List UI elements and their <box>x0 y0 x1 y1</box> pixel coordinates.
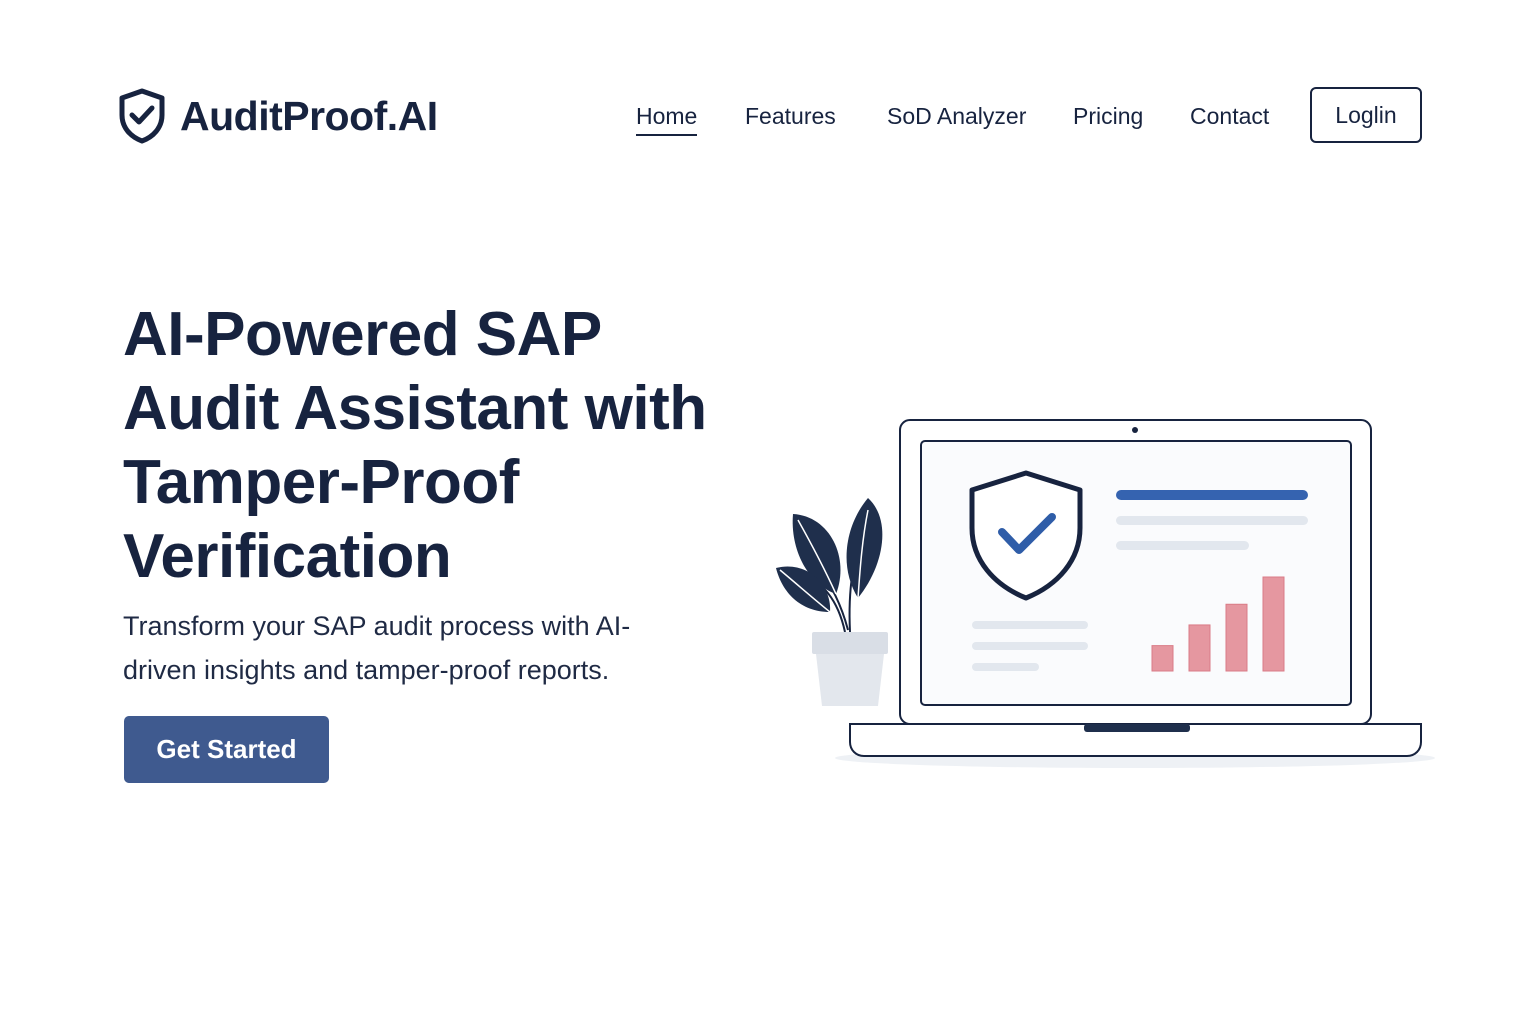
hero-subtitle-line: driven insights and tamper-proof reports… <box>123 655 610 685</box>
shield-check-icon <box>119 88 165 144</box>
chart-bar <box>1225 603 1248 672</box>
nav-link-features[interactable]: Features <box>745 101 836 131</box>
plant-icon <box>776 498 888 706</box>
chart-bar <box>1262 576 1285 672</box>
hero-subtitle-line: Transform your SAP audit process with AI… <box>123 611 631 641</box>
hero-title: AI-Powered SAP Audit Assistant with Tamp… <box>123 298 763 594</box>
hero-subtitle: Transform your SAP audit process with AI… <box>123 604 683 692</box>
brand-logo[interactable]: AuditProof.AI <box>118 88 438 144</box>
login-button[interactable]: Loglin <box>1310 87 1422 143</box>
hero-title-line: Tamper-Proof <box>123 448 519 517</box>
get-started-button[interactable]: Get Started <box>124 716 329 783</box>
landing-page: AuditProof.AI Home Features SoD Analyzer… <box>0 0 1536 1024</box>
hero-title-line: Verification <box>123 522 452 591</box>
hero-illustration <box>776 419 1435 768</box>
laptop-icon <box>849 419 1422 757</box>
nav-link-contact[interactable]: Contact <box>1190 101 1269 131</box>
hero-title-line: Audit Assistant with <box>123 374 707 443</box>
chart-bar <box>1151 645 1174 672</box>
nav-link-pricing[interactable]: Pricing <box>1073 101 1143 131</box>
nav-link-sod-analyzer[interactable]: SoD Analyzer <box>887 101 1026 131</box>
chart-bar <box>1188 624 1211 672</box>
nav-link-home[interactable]: Home <box>636 101 698 136</box>
hero-title-line: AI-Powered SAP <box>123 300 602 369</box>
brand-name: AuditProof.AI <box>180 92 438 139</box>
